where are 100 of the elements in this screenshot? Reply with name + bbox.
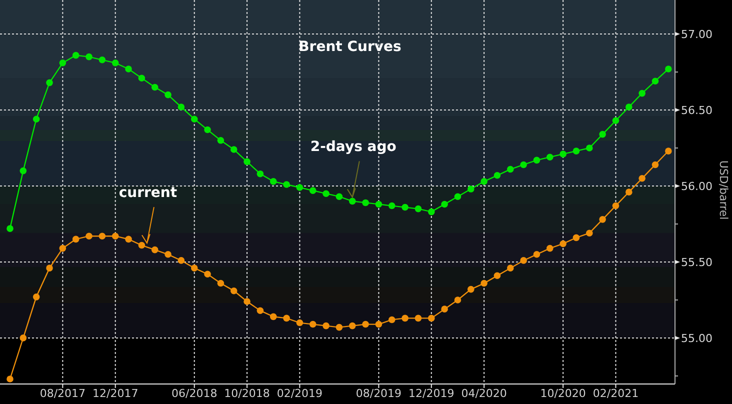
data-point [454,193,462,200]
axis-label: 04/2020 [461,387,507,400]
data-point [480,178,488,185]
data-point [494,172,501,179]
data-point [507,264,514,272]
data-point [244,158,250,166]
data-point [256,170,264,178]
data-point [256,307,264,314]
data-point [151,84,158,91]
axis-label: 06/2018 [172,387,218,400]
data-point [20,334,27,342]
data-point [414,205,422,212]
data-point [309,320,316,328]
data-point [586,144,593,152]
data-point [612,202,620,210]
axis-label: 56.00 [681,180,712,193]
axis-label: 10/2020 [540,387,586,400]
data-point [283,314,290,322]
data-point [626,104,632,110]
data-point [375,200,382,208]
data-point [468,186,474,192]
data-point [283,181,290,188]
annotation-arrow [346,160,360,198]
axis-label: 55.00 [681,332,712,345]
data-point [428,314,435,322]
data-point [322,190,330,197]
data-point [533,156,540,164]
data-point [270,313,277,320]
data-point [520,161,527,168]
data-point [520,257,527,264]
data-point [296,319,304,326]
axis-label: 12/2017 [92,387,138,400]
data-point [428,208,435,216]
annotation-arrow [141,206,154,244]
data-point [164,91,172,98]
axis-label: 02/2021 [592,387,639,400]
data-point [46,264,53,272]
data-point [125,66,132,72]
data-point [112,60,119,66]
data-point [72,52,80,59]
data-point [59,244,66,252]
axis-label: 02/2019 [276,387,323,400]
data-point [348,322,356,330]
data-point [322,322,330,330]
data-point [336,324,343,331]
data-point [336,193,343,200]
data-point [190,116,198,123]
data-point [560,240,566,248]
data-point [98,232,106,240]
data-point [546,244,554,252]
data-point [244,298,250,305]
data-point [151,246,158,254]
data-point [507,166,514,173]
axis-label: 08/2019 [356,387,402,400]
data-point [599,216,606,223]
axis-title: USD/barrel [717,160,730,220]
chart-title: Brent Curves [298,39,402,55]
data-point [296,184,304,191]
data-point [402,314,408,322]
data-point [32,294,40,300]
data-point [414,314,422,322]
data-point [652,78,659,85]
data-point [178,104,185,110]
data-point [546,154,554,161]
data-point [441,306,448,312]
data-point [98,56,106,64]
data-point [190,264,198,272]
data-point [46,79,53,86]
data-point [217,280,224,287]
data-point [59,60,66,66]
data-point [375,320,382,328]
data-point [230,146,238,153]
data-point [270,178,277,185]
data-point [86,53,92,60]
data-point [204,270,211,278]
data-point [138,74,146,82]
data-point [204,126,211,134]
data-point [586,230,593,236]
data-point [348,198,356,205]
axis-label: 10/2018 [224,387,270,400]
data-point [612,117,620,124]
data-point [665,148,672,154]
axis-label: 57.00 [681,28,712,42]
axis-label: 08/2017 [40,387,86,400]
data-point [138,242,146,249]
axis-label: 55.50 [681,256,712,269]
series-label: 2-days ago [310,139,396,156]
data-point [572,148,580,154]
data-point [6,376,14,382]
data-point [480,280,488,287]
data-point [6,225,14,232]
data-point [402,204,408,211]
axis-label: 56.50 [681,104,712,118]
data-point [125,236,132,243]
series-label: current [118,185,178,202]
data-point [86,232,92,240]
data-point [560,150,566,158]
data-point [72,236,80,243]
data-point [230,287,238,294]
data-point [388,202,396,210]
